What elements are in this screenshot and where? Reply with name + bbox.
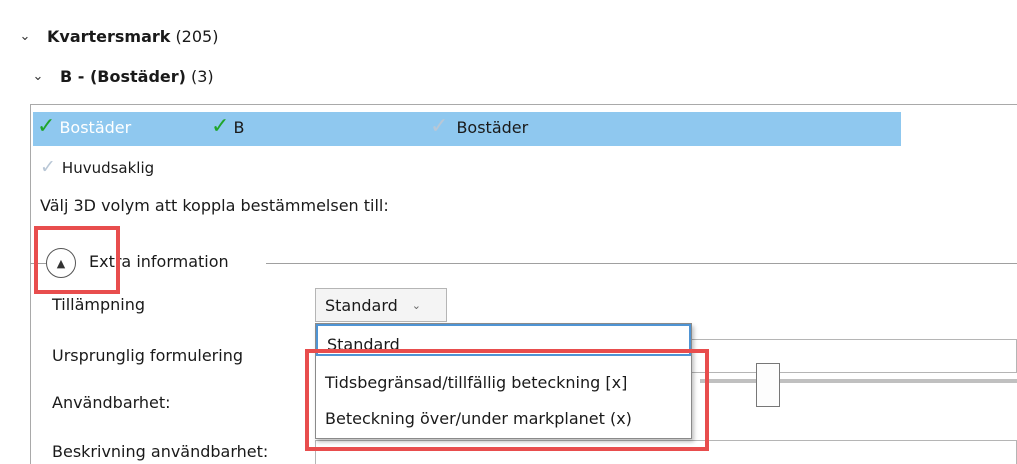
label-anvandbarhet: Användbarhet: [52, 393, 171, 412]
selection-item[interactable]: ✓ B [211, 116, 244, 138]
expander-divider [266, 263, 1017, 264]
tree-node-label: Kvartersmark [47, 26, 171, 46]
label-ursprunglig-formulering: Ursprunglig formulering [52, 346, 243, 365]
tree-node-b-bostader[interactable]: ⌄ B - (Bostäder) (3) [28, 64, 214, 88]
sub-item-label: Huvudsaklig [61, 158, 155, 177]
highlight-box [305, 349, 709, 451]
chevron-down-icon[interactable]: ⌄ [28, 69, 48, 84]
tree-node-count: (3) [190, 66, 214, 86]
highlight-box [34, 226, 120, 294]
chevron-down-icon[interactable]: ⌄ [15, 29, 35, 44]
label-beskrivning-anvandbarhet: Beskrivning användbarhet: [52, 442, 269, 461]
selection-item[interactable]: ✓ Bostäder [430, 116, 528, 138]
checkmark-icon: ✓ [37, 114, 56, 139]
anvandbarhet-slider-thumb[interactable] [756, 363, 780, 407]
tree-node-label: B - (Bostäder) [60, 66, 186, 86]
chevron-down-icon: ⌄ [411, 298, 422, 312]
tillampning-combobox[interactable]: Standard ⌄ [315, 288, 447, 322]
tree-node-count: (205) [175, 26, 219, 46]
selection-item-label: Bostäder [59, 117, 132, 137]
combo-selected-value: Standard [325, 295, 398, 315]
checkmark-icon: ✓ [211, 114, 230, 139]
sub-item-huvudsaklig[interactable]: ✓ Huvudsaklig [40, 158, 154, 177]
label-tillampning: Tillämpning [52, 295, 146, 314]
selected-row[interactable]: ✓ Bostäder ✓ B ✓ Bostäder [33, 112, 901, 146]
tree-node-kvartersmark[interactable]: ⌄ Kvartersmark (205) [15, 24, 219, 48]
selection-item-label: Bostäder [456, 117, 529, 137]
selection-item[interactable]: ✓ Bostäder [37, 116, 131, 138]
hint-text: Välj 3D volym att koppla bestämmelsen ti… [40, 196, 389, 215]
selection-item-label: B [233, 117, 245, 137]
checkmark-icon: ✓ [430, 114, 449, 139]
checkmark-icon: ✓ [40, 156, 56, 178]
anvandbarhet-slider-track[interactable] [700, 379, 1017, 383]
